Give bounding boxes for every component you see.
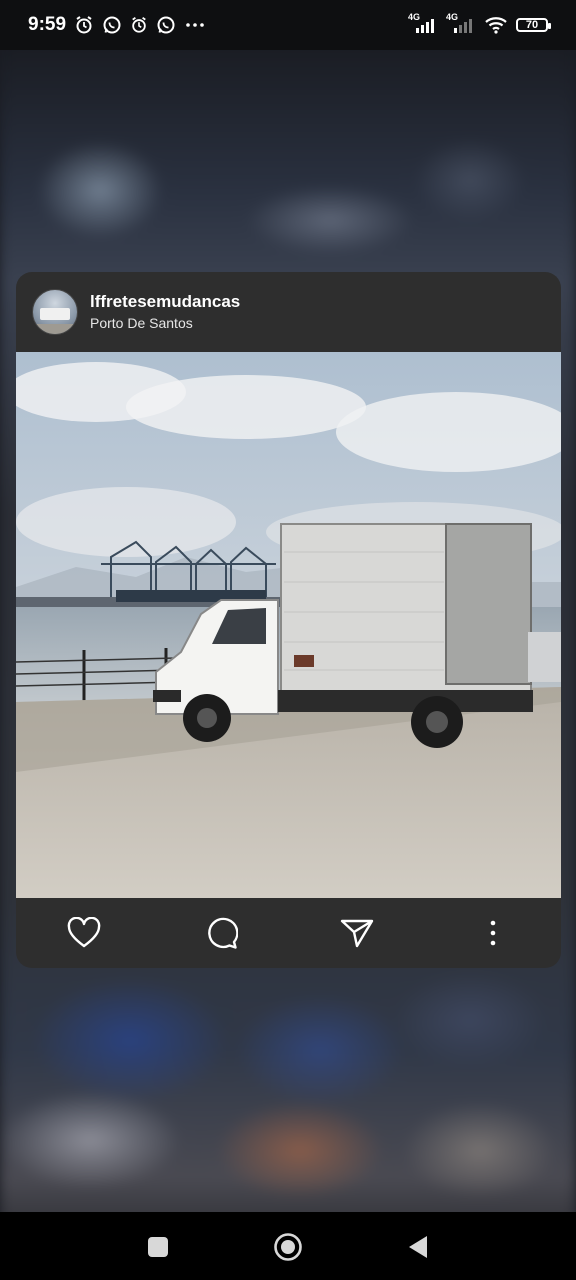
network-label: 4G	[446, 12, 459, 22]
like-icon[interactable]	[66, 915, 102, 951]
post-header: lffretesemudancas Porto De Santos	[16, 272, 561, 352]
more-options-icon[interactable]	[475, 915, 511, 951]
post-user-info: lffretesemudancas Porto De Santos	[90, 292, 240, 332]
username[interactable]: lffretesemudancas	[90, 292, 240, 312]
wifi-icon	[484, 15, 508, 35]
comment-icon[interactable]	[203, 915, 239, 951]
recents-square-icon[interactable]	[143, 1232, 173, 1262]
alarm-icon	[130, 16, 148, 34]
more-dots-icon	[184, 15, 206, 35]
whatsapp-icon	[102, 15, 122, 35]
notification-icons	[74, 15, 206, 35]
status-bar: 9:59 4G 4G 70	[0, 0, 576, 50]
signal-4g-icon: 4G	[408, 12, 438, 35]
battery-indicator: 70	[516, 18, 551, 32]
navigation-bar	[0, 1212, 576, 1280]
back-triangle-icon[interactable]	[403, 1232, 433, 1262]
post-card[interactable]: lffretesemudancas Porto De Santos	[16, 272, 561, 968]
post-photo[interactable]	[16, 352, 561, 898]
system-icons: 4G 4G 70	[408, 12, 551, 35]
post-actions	[16, 898, 561, 968]
signal-4g-icon: 4G	[446, 12, 476, 35]
avatar[interactable]	[32, 289, 78, 335]
share-icon[interactable]	[339, 915, 375, 951]
home-circle-icon[interactable]	[273, 1232, 303, 1262]
location[interactable]: Porto De Santos	[90, 314, 240, 332]
status-time: 9:59	[28, 14, 67, 35]
alarm-icon	[74, 15, 94, 35]
network-label: 4G	[408, 12, 421, 22]
whatsapp-icon	[156, 15, 176, 35]
